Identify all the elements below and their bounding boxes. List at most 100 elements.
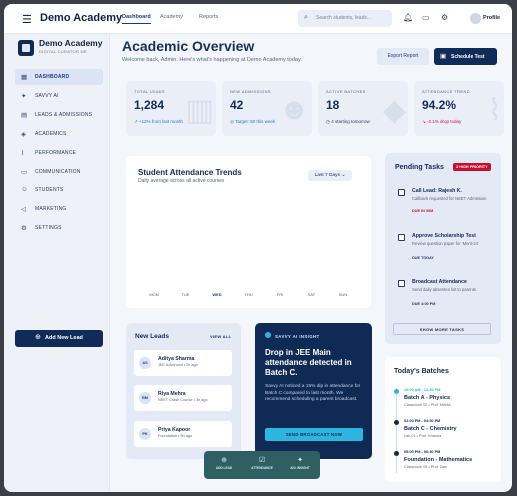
batch-name: Foundation - Mathematics [404,457,473,463]
stat-value: 94.2% [422,98,457,112]
search-icon: ⌕ [304,14,308,21]
search-input[interactable]: ⌕ Search students, leads... [298,10,392,27]
task-checkbox[interactable] [398,234,405,241]
sidebar-item-communication[interactable]: ▭ COMMUNICATION [15,164,103,180]
day-label: WED [212,292,222,297]
insight-icon: ✦ [297,457,303,464]
view-all-link[interactable]: VIEW ALL [210,334,231,339]
action-label: ADD LEAD [215,466,233,470]
task-due: DUE IN 30M [412,209,434,213]
export-report-button[interactable]: Export Report [377,48,429,65]
chat-icon[interactable]: ▭ [422,13,430,22]
top-bar: ☰ Demo Academy Dashboard Academy Reports… [4,4,512,34]
task-checkbox[interactable] [398,280,405,287]
sidebar-item-academics[interactable]: ◈ ACADEMICS [15,126,103,142]
menu-icon[interactable]: ☰ [22,13,32,26]
stat-label: NEW ADMISSIONS [230,89,271,94]
profile-label[interactable]: Profile [483,15,500,21]
stat-label: ACTIVE BATCHES [326,89,366,94]
sidebar-subtitle: DIGITAL CURATOR ME [39,49,88,54]
timeline-dot [394,451,399,456]
app-window: ☰ Demo Academy Dashboard Academy Reports… [4,4,512,492]
sidebar-item-label: LEADS & ADMISSIONS [35,112,93,118]
range-select-value: Last 7 Days [314,173,340,178]
insight-headline: Drop in JEE Main attendance detected in … [265,348,352,377]
batch-time: 05:00 PM - 06:30 PM [404,450,441,454]
stat-label: ATTENDANCE TREND [422,89,471,94]
stat-note-text: -2.1% drop today [427,119,462,124]
tab-dashboard[interactable]: Dashboard [122,14,151,25]
sidebar-item-settings[interactable]: ⚙ SETTINGS [15,220,103,236]
search-placeholder: Search students, leads... [316,15,372,21]
lead-meta: JEE Advanced • 2h ago [158,363,198,367]
lead-meta: NEET Crash Course • 3h ago [158,398,208,402]
attendance-action[interactable]: ☑ ATTENDANCE [248,456,276,470]
sidebar-item-label: DASHBOARD [35,74,70,80]
page-title: Academic Overview [122,38,255,54]
floating-action-bar: ⊕ ADD LEAD ☑ ATTENDANCE ✦ AIO INSIGHT [204,451,320,479]
sidebar-item-students[interactable]: ☺ STUDENTS [15,182,103,198]
batches-title: Today's Batches [394,368,449,375]
batch-meta: Classroom 05 • Prof. Das [404,465,447,469]
sidebar-item-leads[interactable]: ▤ LEADS & ADMISSIONS [15,107,103,123]
pending-tasks-card: Pending Tasks 3 HIGH PRIORITY Call Lead:… [385,153,501,344]
insight-action[interactable]: ✦ AIO INSIGHT [286,456,314,470]
range-select[interactable]: Last 7 Days ⌄ [308,170,352,181]
timeline-dot [394,420,399,425]
sparkle-icon: ✦ [21,93,27,100]
show-more-tasks-button[interactable]: SHOW MORE TASKS [393,323,491,335]
day-label: MON [149,292,159,297]
bell-icon[interactable]: 🔔︎ [403,13,413,22]
new-leads-title: New Leads [135,333,169,340]
sidebar-item-marketing[interactable]: ◁ MARKETING [15,201,103,217]
lead-item[interactable]: RM Riya Mehra NEET Crash Course • 3h ago [134,385,232,411]
todays-batches-card: Today's Batches 10:00 AM - 12:30 PM Batch… [385,357,501,482]
sidebar: Demo Academy DIGITAL CURATOR ME ▦ DASHBO… [4,34,110,492]
chart-title: Student Attendance Trends [138,168,242,177]
stat-value: 18 [326,98,340,112]
sidebar-item-savvy-ai[interactable]: ✦ SAVVY AI [15,88,103,104]
stat-note-text: +12% from last month [139,119,183,124]
stat-active-batches: ◆ ACTIVE BATCHES 18 ◷ 4 starting tomorro… [318,81,408,136]
lead-meta: Foundation • 5h ago [158,434,193,438]
lead-name: Priya Kapoor [158,427,191,433]
add-lead-button[interactable]: ⊕ Add New Lead [15,330,103,347]
settings-icon[interactable]: ⚙ [441,13,448,22]
day-label: THU [244,292,253,297]
tab-academy[interactable]: Academy [160,14,183,20]
ai-insight-card: SAVVY AI INSIGHT Drop in JEE Main attend… [255,323,372,459]
admissions-watermark-icon: ☻ [278,93,310,126]
batch-time: 02:00 PM - 04:30 PM [404,419,441,423]
stat-note: ◷ 4 starting tomorrow [326,119,370,125]
academy-logo [18,40,34,56]
lead-item[interactable]: PK Priya Kapoor Foundation • 5h ago [134,421,232,447]
sidebar-item-label: COMMUNICATION [35,169,81,175]
schedule-test-label: Schedule Test [451,54,485,60]
stat-note-text: Target: 50 this week [235,119,276,124]
batch-time: 10:00 AM - 12:30 PM [404,388,441,392]
task-checkbox[interactable] [398,189,405,196]
sidebar-item-label: SETTINGS [35,225,62,231]
timeline-dot [394,389,399,394]
sparkle-icon [265,332,271,338]
sidebar-item-dashboard[interactable]: ▦ DASHBOARD [15,69,103,85]
send-broadcast-button[interactable]: SEND BROADCAST NOW [265,428,363,441]
schedule-test-button[interactable]: ▣ Schedule Test [434,48,497,65]
avatar[interactable] [470,13,481,24]
sidebar-item-performance[interactable]: ⌇ PERFORMANCE [15,145,103,161]
avatar: PK [139,428,151,440]
plus-circle-icon: ⊕ [221,457,227,464]
lead-name: Aditya Sharma [158,356,195,362]
chart-watermark-icon: ⌇ [487,94,502,127]
batch-name: Batch A - Physics [404,395,451,401]
lead-item[interactable]: AS Aditya Sharma JEE Advanced • 2h ago [134,350,232,376]
task-title: Broadcast Attendance [412,279,467,285]
insight-tag: SAVVY AI INSIGHT [275,334,320,339]
action-label: ATTENDANCE [251,466,273,470]
tab-reports[interactable]: Reports [199,14,218,20]
add-lead-action[interactable]: ⊕ ADD LEAD [210,456,238,470]
stat-note-text: 4 starting tomorrow [331,119,370,124]
batch-meta: Classroom 02 • Prof. Mehta [404,403,451,407]
add-lead-label: Add New Lead [45,335,83,341]
stat-note: ↗ +12% from last month [134,119,183,125]
